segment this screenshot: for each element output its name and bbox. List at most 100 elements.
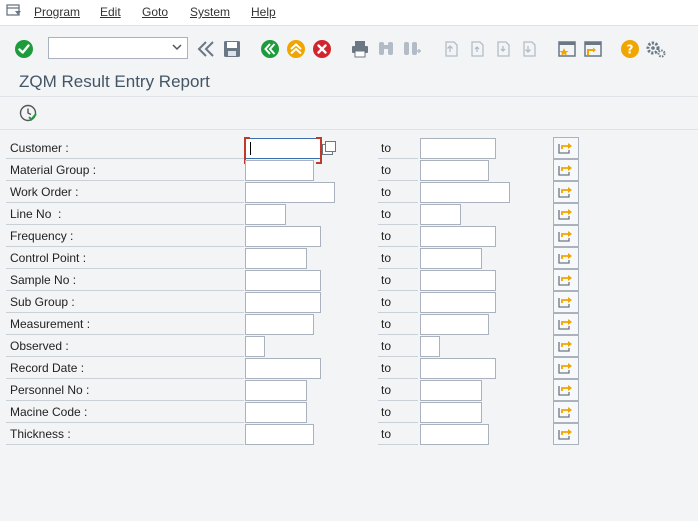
previous-page-icon[interactable] bbox=[466, 38, 488, 60]
command-field[interactable] bbox=[48, 37, 188, 59]
customer-label: Customer : bbox=[6, 138, 244, 159]
observed-high-input[interactable] bbox=[420, 336, 440, 357]
personnel-no-to-label: to bbox=[378, 380, 418, 401]
control-point-low-input[interactable] bbox=[245, 248, 307, 269]
row-measurement: Measurement : to bbox=[0, 313, 698, 336]
row-control-point: Control Point : to bbox=[0, 247, 698, 270]
cancel-icon[interactable] bbox=[311, 38, 333, 60]
multiple-selection-icon bbox=[558, 250, 574, 267]
measurement-to-label: to bbox=[378, 314, 418, 335]
exit-icon[interactable] bbox=[285, 38, 307, 60]
selection-screen: Customer : to Material Group : to Work O… bbox=[0, 130, 698, 521]
multiple-selection-icon bbox=[558, 272, 574, 289]
multiple-selection-icon bbox=[558, 184, 574, 201]
measurement-multiple-selection-button[interactable] bbox=[553, 313, 579, 335]
material-group-low-input[interactable] bbox=[245, 160, 314, 181]
control-point-multiple-selection-button[interactable] bbox=[553, 247, 579, 269]
record-date-high-input[interactable] bbox=[420, 358, 496, 379]
back-icon[interactable] bbox=[195, 38, 217, 60]
line-no-multiple-selection-button[interactable] bbox=[553, 203, 579, 225]
menu-goto[interactable]: Goto bbox=[142, 5, 168, 19]
menu-system-label: System bbox=[190, 5, 231, 19]
sub-group-low-input[interactable] bbox=[245, 292, 321, 313]
row-material-group: Material Group : to bbox=[0, 159, 698, 182]
row-macine-code: Macine Code : to bbox=[0, 401, 698, 424]
multiple-selection-icon bbox=[558, 426, 574, 443]
page-title: ZQM Result Entry Report bbox=[19, 72, 210, 91]
menu-program[interactable]: Program bbox=[34, 5, 80, 19]
sub-group-high-input[interactable] bbox=[420, 292, 496, 313]
work-order-high-input[interactable] bbox=[420, 182, 510, 203]
macine-code-low-input[interactable] bbox=[245, 402, 307, 423]
create-session-icon[interactable] bbox=[556, 38, 578, 60]
sample-no-multiple-selection-button[interactable] bbox=[553, 269, 579, 291]
find-icon[interactable] bbox=[375, 38, 397, 60]
row-sub-group: Sub Group : to bbox=[0, 291, 698, 314]
row-observed: Observed : to bbox=[0, 335, 698, 358]
frequency-high-input[interactable] bbox=[420, 226, 496, 247]
chevron-down-icon[interactable] bbox=[171, 41, 183, 53]
line-no-high-input[interactable] bbox=[420, 204, 461, 225]
text-caret bbox=[250, 142, 251, 155]
frequency-multiple-selection-button[interactable] bbox=[553, 225, 579, 247]
control-point-high-input[interactable] bbox=[420, 248, 482, 269]
save-icon[interactable] bbox=[221, 38, 243, 60]
record-date-label: Record Date : bbox=[6, 358, 244, 379]
record-date-to-label: to bbox=[378, 358, 418, 379]
personnel-no-low-input[interactable] bbox=[245, 380, 307, 401]
material-group-multiple-selection-button[interactable] bbox=[553, 159, 579, 181]
measurement-high-input[interactable] bbox=[420, 314, 489, 335]
material-group-to-label: to bbox=[378, 160, 418, 181]
menu-goto-label: Goto bbox=[142, 5, 169, 19]
row-work-order: Work Order : to bbox=[0, 181, 698, 204]
customer-multiple-selection-button[interactable] bbox=[553, 137, 579, 159]
print-icon[interactable] bbox=[349, 38, 371, 60]
menu-list-icon[interactable] bbox=[6, 4, 22, 18]
measurement-low-input[interactable] bbox=[245, 314, 314, 335]
sample-no-low-input[interactable] bbox=[245, 270, 321, 291]
macine-code-multiple-selection-button[interactable] bbox=[553, 401, 579, 423]
help-icon[interactable]: ? bbox=[619, 38, 641, 60]
menu-edit[interactable]: Edit bbox=[100, 5, 121, 19]
thickness-multiple-selection-button[interactable] bbox=[553, 423, 579, 445]
row-record-date: Record Date : to bbox=[0, 357, 698, 380]
line-no-low-input[interactable] bbox=[245, 204, 286, 225]
thickness-label: Thickness : bbox=[6, 424, 244, 445]
work-order-multiple-selection-button[interactable] bbox=[553, 181, 579, 203]
back-green-icon[interactable] bbox=[259, 38, 281, 60]
title-bar: ZQM Result Entry Report bbox=[0, 66, 698, 97]
first-page-icon[interactable] bbox=[440, 38, 462, 60]
personnel-no-multiple-selection-button[interactable] bbox=[553, 379, 579, 401]
observed-low-input[interactable] bbox=[245, 336, 265, 357]
thickness-low-input[interactable] bbox=[245, 424, 314, 445]
menu-help[interactable]: Help bbox=[251, 5, 276, 19]
multiple-selection-icon bbox=[558, 360, 574, 377]
customer-low-input[interactable] bbox=[244, 137, 322, 164]
value-help-icon[interactable] bbox=[321, 139, 337, 157]
record-date-multiple-selection-button[interactable] bbox=[553, 357, 579, 379]
menu-help-label: Help bbox=[251, 5, 276, 19]
macine-code-high-input[interactable] bbox=[420, 402, 482, 423]
record-date-low-input[interactable] bbox=[245, 358, 321, 379]
execute-icon[interactable] bbox=[17, 102, 39, 124]
row-line-no: Line No : to bbox=[0, 203, 698, 226]
macine-code-to-label: to bbox=[378, 402, 418, 423]
multiple-selection-icon bbox=[558, 206, 574, 223]
material-group-high-input[interactable] bbox=[420, 160, 489, 181]
observed-multiple-selection-button[interactable] bbox=[553, 335, 579, 357]
settings-icon[interactable] bbox=[645, 38, 667, 60]
customer-high-input[interactable] bbox=[420, 138, 496, 159]
find-next-icon[interactable] bbox=[401, 38, 423, 60]
multiple-selection-icon bbox=[558, 294, 574, 311]
enter-icon[interactable] bbox=[13, 38, 35, 60]
shortcut-icon[interactable] bbox=[582, 38, 604, 60]
work-order-low-input[interactable] bbox=[245, 182, 335, 203]
frequency-low-input[interactable] bbox=[245, 226, 321, 247]
personnel-no-high-input[interactable] bbox=[420, 380, 482, 401]
menu-system[interactable]: System bbox=[190, 5, 230, 19]
last-page-icon[interactable] bbox=[518, 38, 540, 60]
sample-no-high-input[interactable] bbox=[420, 270, 496, 291]
thickness-high-input[interactable] bbox=[420, 424, 489, 445]
sub-group-multiple-selection-button[interactable] bbox=[553, 291, 579, 313]
next-page-icon[interactable] bbox=[492, 38, 514, 60]
